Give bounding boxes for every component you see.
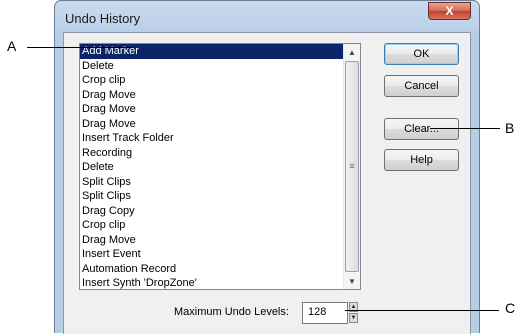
scroll-grip-icon: ≡	[349, 161, 355, 171]
scroll-up-arrow-icon[interactable]: ▲	[344, 44, 360, 60]
list-item[interactable]: Crop clip	[80, 218, 343, 233]
list-item[interactable]: Delete	[80, 160, 343, 175]
cancel-button[interactable]: Cancel	[384, 75, 459, 97]
spin-down-icon[interactable]: ▼	[349, 313, 358, 323]
undo-history-dialog: Undo History X Add Marker Delete Crop clip…	[54, 0, 480, 334]
list-item[interactable]: Drag Move	[80, 233, 343, 248]
list-item[interactable]: Delete	[80, 59, 343, 74]
list-item[interactable]: Drag Move	[80, 88, 343, 103]
history-list: Add Marker Delete Crop clip Drag Move Drag M…	[80, 44, 343, 289]
max-undo-levels-input[interactable]: 128	[302, 302, 348, 324]
list-item[interactable]: Insert Synth 'DropZone'	[80, 276, 343, 289]
list-scrollbar[interactable]: ▲ ≡ ▼	[343, 44, 360, 289]
list-item[interactable]: Drag Move	[80, 102, 343, 117]
callout-line-c	[345, 310, 499, 311]
callout-line-a	[27, 47, 133, 48]
ok-button[interactable]: OK	[384, 43, 459, 65]
callout-label-b: B	[505, 120, 515, 136]
undo-history-listbox[interactable]: Add Marker Delete Crop clip Drag Move Drag M…	[79, 43, 361, 290]
dialog-title: Undo History	[65, 11, 141, 26]
list-item[interactable]: Automation Record	[80, 262, 343, 277]
scroll-thumb[interactable]: ≡	[345, 61, 359, 272]
close-icon: X	[445, 4, 454, 18]
close-button[interactable]: X	[428, 2, 471, 20]
max-undo-levels-label: Maximum Undo Levels:	[174, 306, 289, 318]
list-item[interactable]: Recording	[80, 146, 343, 161]
callout-label-a: A	[7, 38, 17, 54]
callout-line-b	[430, 128, 500, 129]
help-button[interactable]: Help	[384, 149, 459, 171]
title-bar: Undo History X	[55, 1, 479, 34]
list-item[interactable]: Split Clips	[80, 175, 343, 190]
dialog-body: Add Marker Delete Crop clip Drag Move Drag M…	[63, 32, 471, 334]
list-item[interactable]: Insert Event	[80, 247, 343, 262]
scroll-down-arrow-icon[interactable]: ▼	[344, 273, 360, 289]
callout-label-c: C	[505, 300, 516, 316]
clear-button[interactable]: Clear...	[384, 118, 459, 140]
list-item[interactable]: Drag Copy	[80, 204, 343, 219]
list-item[interactable]: Drag Move	[80, 117, 343, 132]
list-item[interactable]: Crop clip	[80, 73, 343, 88]
list-item[interactable]: Insert Track Folder	[80, 131, 343, 146]
list-item[interactable]: Split Clips	[80, 189, 343, 204]
